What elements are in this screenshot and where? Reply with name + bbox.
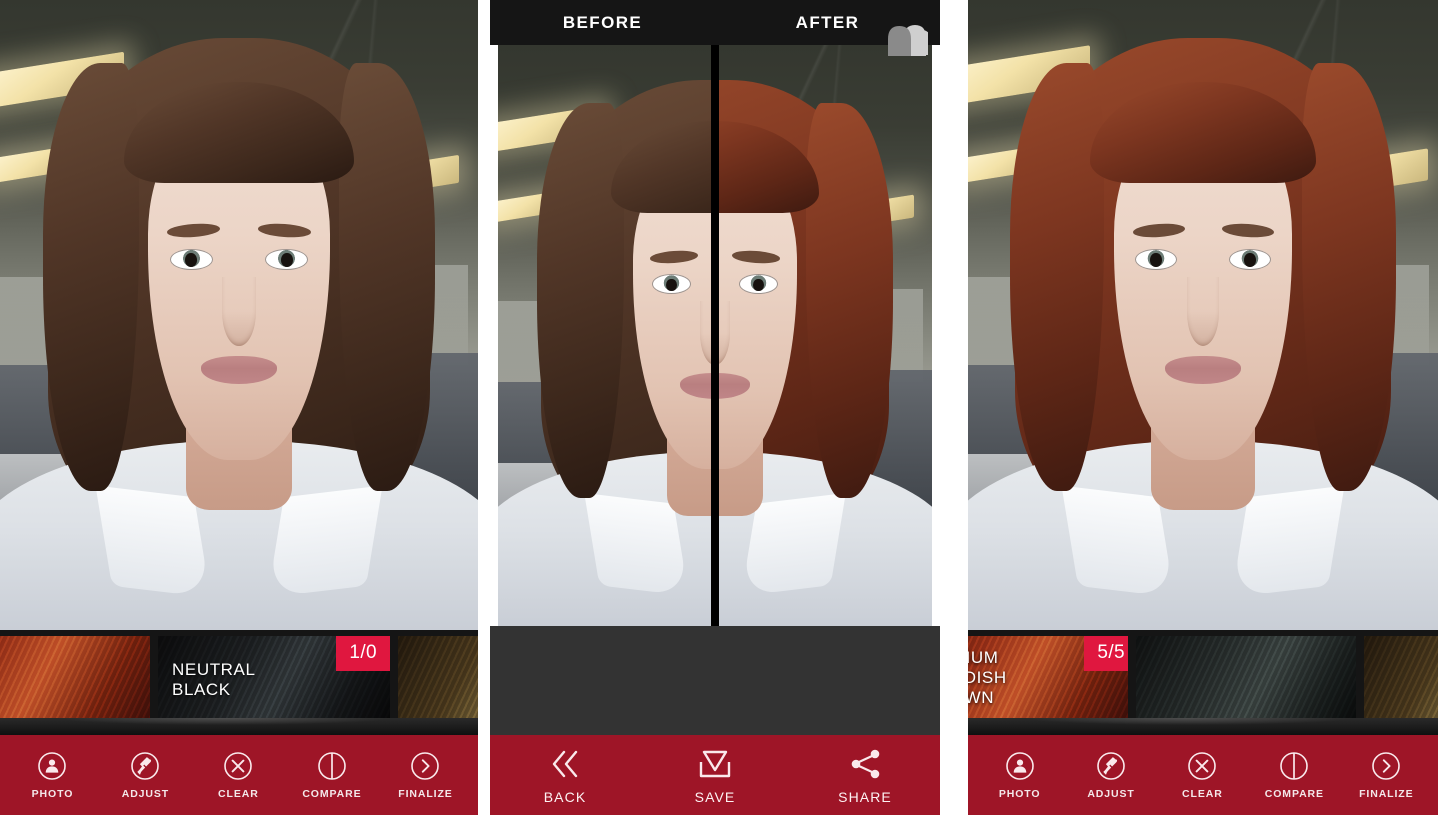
finalize-button[interactable]: FINALIZE <box>396 751 454 800</box>
panel-editor-after: MEDIUM REDDISH BROWN 5/5 PHOTO ADJUST CLEAR… <box>968 0 1438 815</box>
panel-compare: BEFORE AFTER <box>490 0 940 815</box>
hair-color-app-screenshot: NEUTRAL BLACK 1/0 PHOTO ADJUST CLEAR COMPARE… <box>0 0 1438 815</box>
compare-header: BEFORE AFTER <box>490 0 940 45</box>
compare-icon <box>317 751 347 781</box>
before-photo[interactable] <box>0 0 478 630</box>
compare-split-handle[interactable] <box>711 45 719 626</box>
compare-photo[interactable] <box>498 45 932 626</box>
clear-icon <box>1187 751 1217 781</box>
swatch-name-label: MEDIUM REDDISH BROWN <box>968 648 1007 708</box>
swatch-sheen <box>398 636 478 718</box>
back-button[interactable]: BACK <box>536 746 594 805</box>
swatch-sheen <box>0 636 150 718</box>
panel-gap-left <box>478 0 490 815</box>
swatch-strip-right[interactable]: MEDIUM REDDISH BROWN 5/5 <box>968 630 1438 735</box>
neutral-black-swatch[interactable]: NEUTRAL BLACK 1/0 <box>158 636 390 718</box>
clear-label: CLEAR <box>218 788 259 800</box>
adjust-label: ADJUST <box>122 788 169 800</box>
swatch-shade-badge: 5/5 <box>1084 636 1128 671</box>
toolbar-right: PHOTO ADJUST CLEAR COMPARE FINALIZE <box>968 735 1438 815</box>
compare-label: COMPARE <box>302 788 361 800</box>
clear-button[interactable]: CLEAR <box>209 751 267 800</box>
ash-black-swatch[interactable] <box>1136 636 1356 718</box>
strip-shadow <box>0 718 478 735</box>
compare-half-before <box>498 45 715 626</box>
golden-brown-swatch[interactable] <box>398 636 478 718</box>
toolbar-left: PHOTO ADJUST CLEAR COMPARE FINALIZE <box>0 735 478 815</box>
back-label: BACK <box>544 789 587 805</box>
finalize-label: FINALIZE <box>1359 788 1413 800</box>
swatch-name-label: NEUTRAL BLACK <box>172 660 256 700</box>
swatch-shade-badge: 1/0 <box>336 636 390 671</box>
share-button[interactable]: SHARE <box>836 746 894 805</box>
save-label: SAVE <box>695 789 736 805</box>
photo-button[interactable]: PHOTO <box>991 751 1049 800</box>
finalize-icon <box>410 751 440 781</box>
adjust-button[interactable]: ADJUST <box>116 751 174 800</box>
panel-gap-right <box>940 0 968 815</box>
save-icon <box>694 746 736 782</box>
swatch-sheen <box>1364 636 1438 718</box>
person-before <box>0 0 478 630</box>
finalize-button[interactable]: FINALIZE <box>1357 751 1415 800</box>
after-photo[interactable] <box>968 0 1438 630</box>
adjust-icon <box>1096 751 1126 781</box>
compare-half-after <box>715 45 932 626</box>
swatch-strip-left[interactable]: NEUTRAL BLACK 1/0 <box>0 630 478 735</box>
clear-icon <box>223 751 253 781</box>
compare-button[interactable]: COMPARE <box>1265 751 1324 800</box>
finalize-icon <box>1371 751 1401 781</box>
adjust-label: ADJUST <box>1087 788 1134 800</box>
golden-brown-swatch[interactable] <box>1364 636 1438 718</box>
panel-editor-before: NEUTRAL BLACK 1/0 PHOTO ADJUST CLEAR COMPARE… <box>0 0 478 815</box>
person-after <box>968 0 1438 630</box>
photo-icon <box>1005 751 1035 781</box>
compare-button[interactable]: COMPARE <box>302 751 361 800</box>
save-button[interactable]: SAVE <box>686 746 744 805</box>
medium-reddish-brown-swatch[interactable]: MEDIUM REDDISH BROWN 5/5 <box>968 636 1128 718</box>
adjust-button[interactable]: ADJUST <box>1082 751 1140 800</box>
photo-icon <box>37 751 67 781</box>
two-faces-icon[interactable] <box>882 15 928 61</box>
swatch-sheen <box>1136 636 1356 718</box>
photo-button[interactable]: PHOTO <box>23 751 81 800</box>
share-icon <box>844 746 886 782</box>
back-icon <box>544 746 586 782</box>
clear-button[interactable]: CLEAR <box>1173 751 1231 800</box>
compare-label: COMPARE <box>1265 788 1324 800</box>
toolbar-middle: BACK SAVE SHARE <box>490 735 940 815</box>
photo-label: PHOTO <box>999 788 1041 800</box>
compare-grey-area <box>490 626 940 735</box>
finalize-label: FINALIZE <box>398 788 452 800</box>
label-before: BEFORE <box>490 0 715 45</box>
photo-label: PHOTO <box>32 788 74 800</box>
clear-label: CLEAR <box>1182 788 1223 800</box>
intense-red-swatch[interactable] <box>0 636 150 718</box>
adjust-icon <box>130 751 160 781</box>
share-label: SHARE <box>838 789 892 805</box>
strip-shadow <box>968 718 1438 735</box>
compare-icon <box>1279 751 1309 781</box>
